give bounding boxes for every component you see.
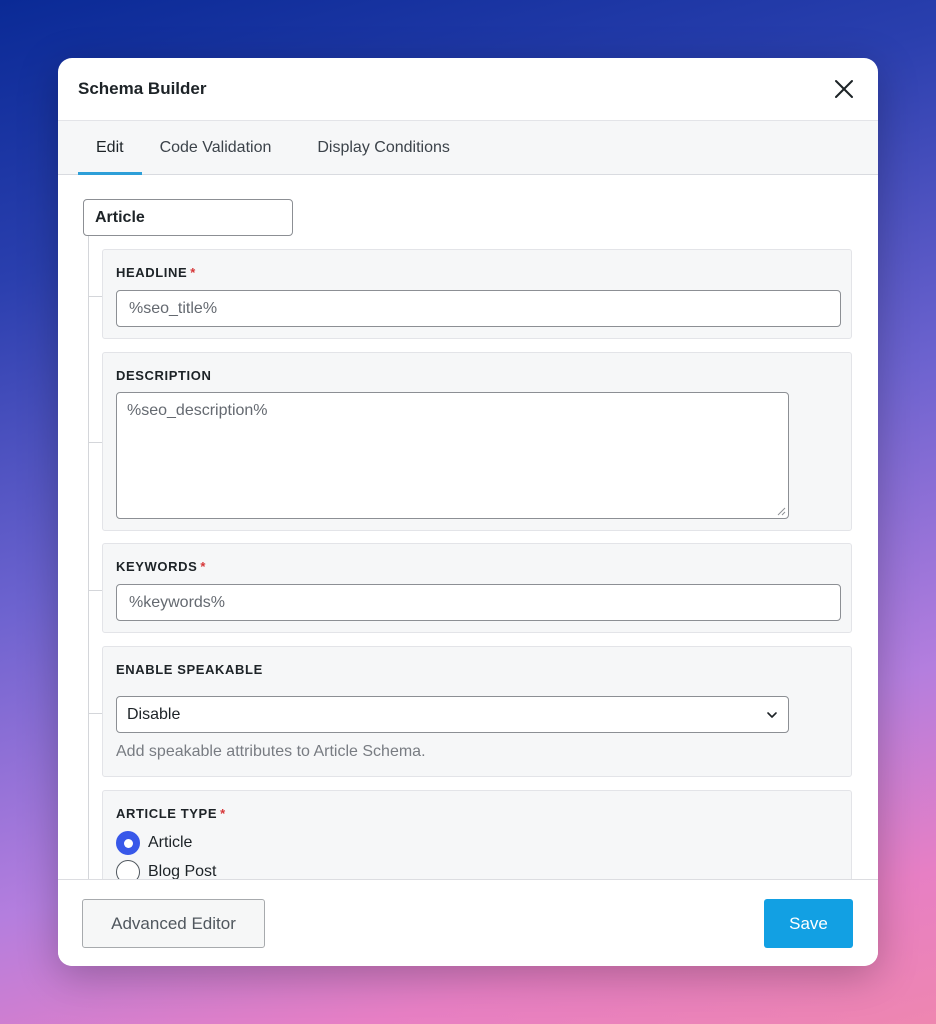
radio-option-blog-post[interactable]: Blog Post <box>116 860 216 879</box>
keywords-input[interactable]: %keywords% <box>116 584 841 621</box>
speakable-field-group: ENABLE SPEAKABLE Disable Add speakable a… <box>102 646 852 777</box>
chevron-down-icon <box>767 711 777 718</box>
tree-branch <box>88 590 102 591</box>
keywords-field-group: KEYWORDS * %keywords% <box>102 543 852 633</box>
tab-display-conditions[interactable]: Display Conditions <box>299 121 468 174</box>
tab-code-validation[interactable]: Code Validation <box>142 121 290 174</box>
radio-option-article[interactable]: Article <box>116 831 192 855</box>
speakable-help-text: Add speakable attributes to Article Sche… <box>116 743 426 760</box>
tree-branch <box>88 713 102 714</box>
radio-checked-icon[interactable] <box>116 831 140 855</box>
tree-branch <box>88 296 102 297</box>
article-type-label: ARTICLE TYPE * <box>116 806 226 821</box>
description-field-group: DESCRIPTION %seo_description% <box>102 352 852 531</box>
tab-edit[interactable]: Edit <box>78 121 142 175</box>
radio-label: Article <box>148 834 193 851</box>
tree-connector <box>88 236 89 879</box>
description-label: DESCRIPTION <box>116 368 212 383</box>
speakable-selected-value: Disable <box>127 705 181 723</box>
tab-bar: Edit Code Validation Display Conditions <box>58 121 878 175</box>
save-button[interactable]: Save <box>764 899 853 948</box>
required-marker: * <box>190 265 196 280</box>
schema-builder-modal: Schema Builder Edit Code Validation Disp… <box>58 58 878 966</box>
article-type-field-group: ARTICLE TYPE * Article Blog Post <box>102 790 852 879</box>
schema-type-field[interactable]: Article <box>83 199 293 236</box>
modal-header: Schema Builder <box>58 58 878 121</box>
close-button[interactable] <box>830 75 858 103</box>
radio-label: Blog Post <box>148 863 217 879</box>
radio-unchecked-icon[interactable] <box>116 860 140 879</box>
modal-title: Schema Builder <box>78 79 207 98</box>
speakable-select[interactable]: Disable <box>116 696 789 733</box>
required-marker: * <box>200 559 207 574</box>
modal-body: Article HEADLINE * %seo_title% DESCRIPTIO… <box>58 175 878 879</box>
headline-input[interactable]: %seo_title% <box>116 290 841 327</box>
headline-field-group: HEADLINE * %seo_title% <box>102 249 852 339</box>
speakable-label: ENABLE SPEAKABLE <box>116 662 263 677</box>
close-icon <box>835 80 853 98</box>
description-textarea[interactable]: %seo_description% <box>116 392 789 519</box>
keywords-label: KEYWORDS * <box>116 559 207 574</box>
resize-handle-icon[interactable] <box>776 506 786 516</box>
modal-footer: Advanced Editor Save <box>58 879 878 966</box>
description-value: %seo_description% <box>127 402 268 419</box>
tree-branch <box>88 442 102 443</box>
advanced-editor-button[interactable]: Advanced Editor <box>82 899 265 948</box>
headline-label: HEADLINE * <box>116 265 196 280</box>
required-marker: * <box>220 806 226 821</box>
